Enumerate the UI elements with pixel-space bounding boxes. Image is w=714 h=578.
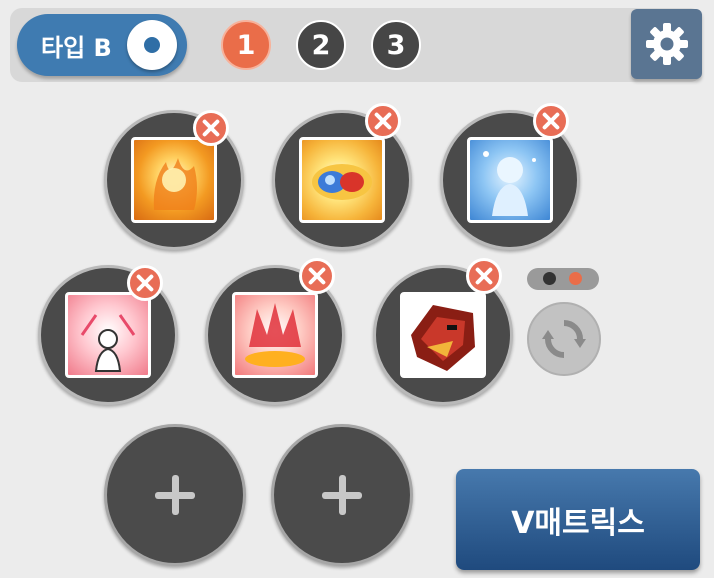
- pink-aura-figure-skill-icon[interactable]: [65, 292, 151, 378]
- vmatrix-button[interactable]: V매트릭스: [456, 469, 700, 570]
- remove-skill-button-5[interactable]: [299, 258, 335, 294]
- dragon-mask-skill-icon[interactable]: [400, 292, 486, 378]
- type-toggle-label: 타입 B: [41, 34, 112, 62]
- remove-skill-button-3[interactable]: [533, 103, 569, 139]
- orange-flame-spirit-skill-icon[interactable]: [131, 137, 217, 223]
- page-button-1[interactable]: 1: [221, 20, 271, 70]
- remove-skill-button-2[interactable]: [365, 103, 401, 139]
- page-button-3[interactable]: 3: [371, 20, 421, 70]
- settings-button[interactable]: [631, 9, 702, 79]
- indicator-dot-2: [569, 272, 582, 285]
- remove-skill-button-6[interactable]: [466, 258, 502, 294]
- page-button-2[interactable]: 2: [296, 20, 346, 70]
- remove-skill-button-4[interactable]: [127, 265, 163, 301]
- add-skill-slot-1[interactable]: [104, 424, 246, 566]
- type-toggle[interactable]: 타입 B: [17, 14, 187, 76]
- indicator-dot-1: [543, 272, 556, 285]
- toggle-knob[interactable]: [127, 20, 177, 70]
- blue-red-orb-skill-icon[interactable]: [299, 137, 385, 223]
- blue-ice-figure-skill-icon[interactable]: [467, 137, 553, 223]
- red-crown-flame-skill-icon[interactable]: [232, 292, 318, 378]
- gear-icon: [645, 23, 688, 65]
- slot-page-indicator: [527, 268, 599, 290]
- remove-skill-button-1[interactable]: [193, 110, 229, 146]
- add-skill-slot-2[interactable]: [271, 424, 413, 566]
- refresh-icon: [542, 320, 586, 358]
- swap-button[interactable]: [527, 302, 601, 376]
